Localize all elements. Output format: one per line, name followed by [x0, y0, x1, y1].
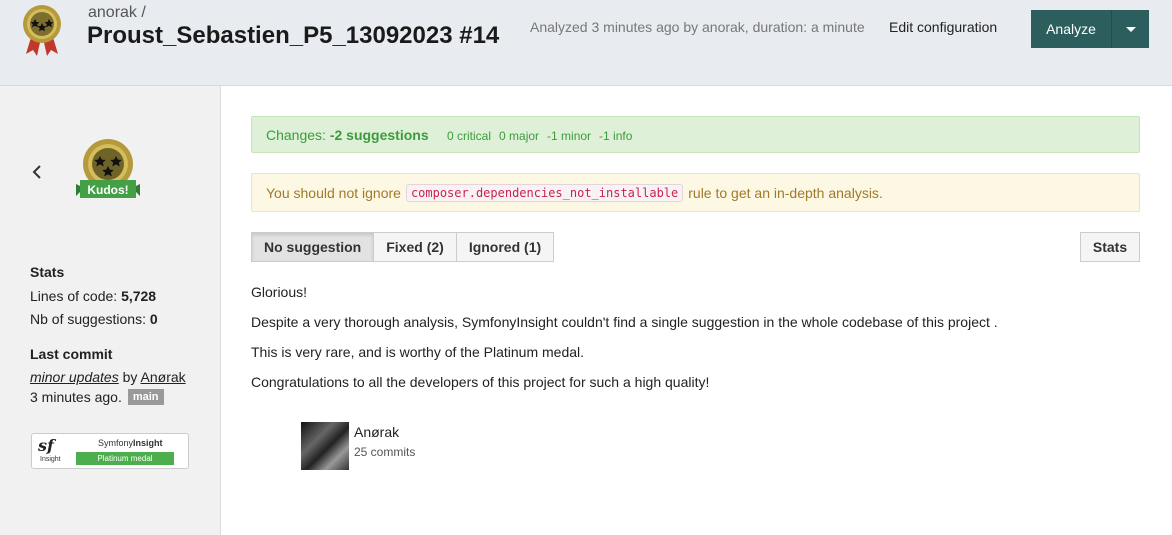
- project-title: Proust_Sebastien_P5_13092023 #14: [87, 22, 500, 49]
- commit-by-text: by: [118, 369, 141, 385]
- glorious-text: Glorious!: [251, 284, 308, 300]
- tab-fixed[interactable]: Fixed (2): [373, 232, 457, 262]
- suggestion-tabs: No suggestion Fixed (2) Ignored (1): [251, 232, 555, 262]
- commit-author-link[interactable]: Anørak: [141, 369, 186, 385]
- ignored-rule-warning: You should not ignore composer.dependenc…: [251, 173, 1140, 212]
- commit-time-row: 3 minutes ago. main: [30, 389, 164, 405]
- page-header: anorak / Proust_Sebastien_P5_13092023 #1…: [0, 0, 1172, 86]
- commit-time: 3 minutes ago.: [30, 389, 122, 405]
- changes-summary: Changes: -2 suggestions: [266, 127, 429, 143]
- info-count: -1 info: [599, 129, 633, 143]
- lines-of-code-stat: Lines of code: 5,728: [30, 288, 156, 304]
- platinum-medal-label: Platinum medal: [76, 452, 174, 465]
- project-owner[interactable]: anorak /: [88, 4, 146, 22]
- last-commit-info: minor updates by Anørak: [30, 369, 186, 385]
- analysis-info: Analyzed 3 minutes ago by anorak, durati…: [530, 19, 865, 35]
- lines-of-code-label: Lines of code:: [30, 288, 118, 304]
- kudos-label: Kudos!: [87, 183, 128, 197]
- stats-button[interactable]: Stats: [1080, 232, 1140, 262]
- changes-value: -2 suggestions: [329, 127, 429, 143]
- commit-message-link[interactable]: minor updates: [30, 369, 119, 385]
- analysis-result-text: Despite a very thorough analysis, Symfon…: [251, 314, 998, 330]
- changes-counts: 0 critical 0 major -1 minor -1 info: [447, 129, 632, 143]
- lines-of-code-value: 5,728: [121, 288, 157, 304]
- last-commit-heading: Last commit: [30, 346, 113, 362]
- minor-count: -1 minor: [547, 129, 592, 143]
- suggestions-value: 0: [149, 311, 158, 327]
- changes-label: Changes:: [266, 127, 326, 143]
- sidebar: Kudos! Stats Lines of code: 5,728 Nb of …: [0, 86, 221, 535]
- critical-count: 0 critical: [447, 129, 492, 143]
- stats-heading: Stats: [30, 264, 65, 280]
- platinum-text: This is very rare, and is worthy of the …: [251, 344, 585, 360]
- medal-ribbon-icon: [23, 5, 61, 56]
- caret-down-icon: [1125, 26, 1136, 32]
- avatar[interactable]: [301, 422, 349, 470]
- brand-prefix: Symfony: [98, 438, 134, 448]
- tab-ignored[interactable]: Ignored (1): [455, 232, 555, 262]
- warning-suffix: rule to get an in-depth analysis.: [688, 184, 883, 201]
- suggestions-label: Nb of suggestions:: [30, 311, 146, 327]
- changes-alert: Changes: -2 suggestions 0 critical 0 maj…: [251, 116, 1140, 153]
- insight-small-label: Insight: [40, 456, 61, 463]
- warning-prefix: You should not ignore: [266, 184, 401, 201]
- symfonyinsight-brand: SymfonyInsight: [98, 438, 163, 448]
- contributor-name[interactable]: Anørak: [354, 424, 399, 440]
- chevron-left-icon[interactable]: [30, 164, 44, 180]
- tab-no-suggestion[interactable]: No suggestion: [251, 232, 375, 262]
- analyze-dropdown-toggle[interactable]: [1111, 10, 1149, 48]
- suggestions-stat: Nb of suggestions: 0: [30, 311, 158, 327]
- analyze-button-group: Analyze: [1031, 10, 1149, 48]
- major-count: 0 major: [499, 129, 540, 143]
- brand-suffix: Insight: [133, 438, 163, 448]
- rule-code: composer.dependencies_not_installable: [405, 183, 684, 202]
- congratulations-text: Congratulations to all the developers of…: [251, 374, 710, 390]
- symfonyinsight-medal-badge[interactable]: sf Insight SymfonyInsight Platinum medal: [31, 433, 189, 469]
- edit-configuration-link[interactable]: Edit configuration: [889, 19, 997, 35]
- analyze-button[interactable]: Analyze: [1031, 10, 1111, 48]
- branch-badge: main: [127, 389, 164, 405]
- sf-logo: sf: [38, 436, 54, 455]
- contributor-commits: 25 commits: [354, 445, 416, 459]
- kudos-medal-icon: Kudos!: [76, 139, 140, 198]
